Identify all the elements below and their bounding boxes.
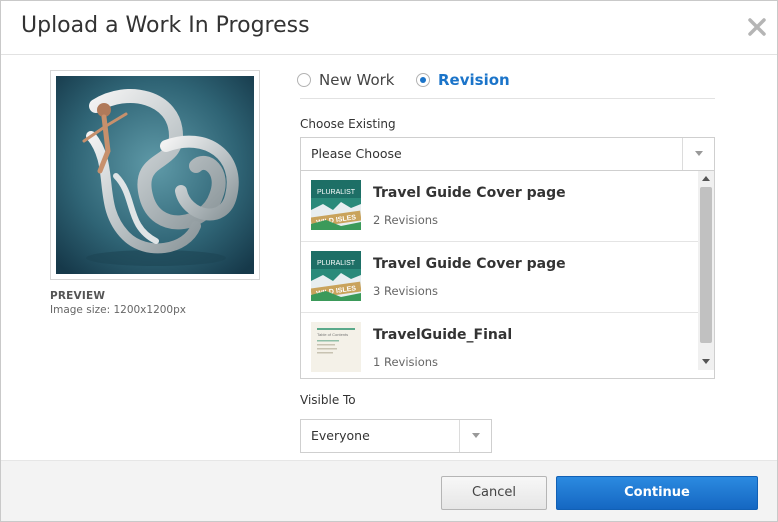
list-item[interactable]: PLURALIST WILD ISLES Travel Guide Cover …: [301, 242, 698, 313]
thumbnail-text: PLURALIST: [317, 260, 356, 267]
preview-label: PREVIEW: [50, 290, 106, 302]
close-icon[interactable]: [745, 15, 769, 39]
work-thumbnail: PLURALIST WILD ISLES: [311, 251, 361, 301]
radio-button[interactable]: [297, 73, 311, 87]
radio-label: Revision: [438, 71, 510, 89]
work-thumbnail: PLURALIST WILD ISLES: [311, 180, 361, 230]
work-revisions: 3 Revisions: [373, 284, 439, 298]
list-item[interactable]: Table of Contents TravelGuide_Final 1 Re…: [301, 313, 698, 378]
work-revisions: 1 Revisions: [373, 355, 439, 369]
choose-existing-label: Choose Existing: [300, 117, 396, 131]
choose-existing-select[interactable]: Please Choose: [300, 137, 715, 171]
select-value: Please Choose: [311, 146, 402, 161]
dropdown-toggle[interactable]: [459, 420, 491, 452]
preview-image-size: Image size: 1200x1200px: [50, 304, 186, 316]
work-revisions: 2 Revisions: [373, 213, 439, 227]
radio-revision[interactable]: Revision: [416, 70, 510, 90]
radio-new-work[interactable]: New Work: [297, 70, 394, 90]
chevron-down-icon: [472, 433, 480, 438]
scroll-down-icon[interactable]: [702, 359, 710, 364]
list-scrollbar[interactable]: [698, 171, 714, 370]
radio-label: New Work: [319, 71, 395, 89]
scrollbar-thumb[interactable]: [700, 187, 712, 343]
list-item[interactable]: PLURALIST WILD ISLES Travel Guide Cover …: [301, 171, 698, 242]
thumbnail-text: Table of Contents: [317, 332, 348, 337]
dialog-title: Upload a Work In Progress: [21, 13, 310, 38]
work-title: Travel Guide Cover page: [373, 185, 566, 201]
visible-to-label: Visible To: [300, 393, 356, 407]
upload-dialog: Upload a Work In Progress PREVIEW Image …: [0, 0, 778, 522]
thumbnail-text: PLURALIST: [317, 189, 356, 196]
dropdown-toggle[interactable]: [682, 138, 714, 170]
scroll-up-icon[interactable]: [702, 176, 710, 181]
chevron-down-icon: [695, 151, 703, 156]
visible-to-select[interactable]: Everyone: [300, 419, 492, 453]
work-thumbnail: Table of Contents: [311, 322, 361, 372]
work-title: Travel Guide Cover page: [373, 256, 566, 272]
work-title: TravelGuide_Final: [373, 327, 513, 343]
divider: [300, 98, 715, 99]
existing-works-list: PLURALIST WILD ISLES Travel Guide Cover …: [300, 171, 715, 379]
preview-frame: [50, 70, 260, 280]
dialog-footer: Cancel Continue: [1, 460, 777, 521]
cancel-button[interactable]: Cancel: [441, 476, 547, 510]
continue-button[interactable]: Continue: [556, 476, 758, 510]
dialog-header: Upload a Work In Progress: [1, 1, 777, 55]
radio-button-checked[interactable]: [416, 73, 430, 87]
preview-image: [56, 76, 254, 274]
select-value: Everyone: [311, 428, 370, 443]
